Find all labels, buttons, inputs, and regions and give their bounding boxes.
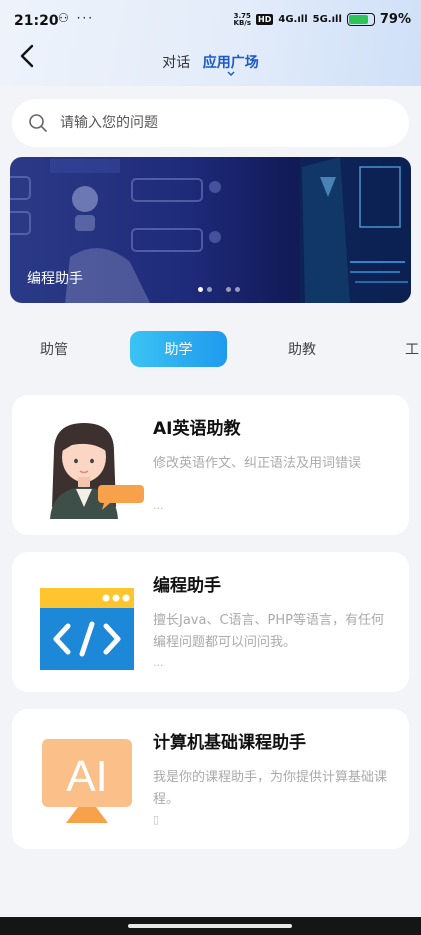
battery-level [348, 15, 368, 24]
signal-5g-icon: 5G.ıll [312, 14, 342, 25]
battery-percent: 79% [379, 12, 411, 27]
category-tab-study[interactable]: 助学 [130, 331, 227, 367]
search-input[interactable] [60, 115, 380, 131]
ai-screen-icon: AI [42, 739, 132, 823]
carousel-dots [198, 287, 240, 292]
banner-carousel[interactable]: 编程助手 [10, 157, 411, 303]
chevron-down-icon [227, 71, 235, 76]
category-tab-teaching[interactable]: 助教 [262, 331, 342, 367]
system-nav-bar [0, 917, 421, 935]
home-indicator[interactable] [128, 924, 292, 928]
carousel-dot[interactable] [226, 287, 231, 292]
search-icon [29, 114, 47, 132]
carousel-dot[interactable] [235, 287, 240, 292]
status-right-group: 3.75 KB/s HD 4G.ıll 5G.ıll 79% [234, 12, 411, 27]
svg-text:AI: AI [66, 752, 108, 801]
carousel-dot[interactable] [198, 287, 203, 292]
app-card-coding-assistant[interactable]: 编程助手 擅长Java、C语言、PHP等语言，有任何编程问题都可以问问我。 ..… [12, 552, 409, 692]
card-title: AI英语助教 [153, 419, 241, 439]
card-title: 计算机基础课程助手 [153, 733, 306, 753]
hd-icon: HD [256, 14, 274, 25]
teacher-avatar-icon [50, 423, 144, 519]
card-description: 我是你的课程助手，为你提供计算基础课程。 [153, 770, 388, 807]
category-tab-management[interactable]: 助管 [14, 331, 94, 367]
code-window-icon [40, 588, 134, 670]
search-bar[interactable] [12, 99, 409, 147]
network-speed: 3.75 KB/s [233, 12, 252, 27]
banner-title: 编程助手 [27, 271, 83, 287]
card-description: 擅长Java、C语言、PHP等语言，有任何编程问题都可以问问我。 [153, 613, 384, 650]
carousel-dot[interactable] [207, 287, 212, 292]
status-bar: 21:20 ⚇ ··· 3.75 KB/s HD 4G.ıll 5G.ıll 7… [0, 0, 421, 40]
status-notification-icons: ⚇ ··· [58, 11, 95, 25]
tab-app-square[interactable]: 应用广场 [202, 52, 259, 76]
card-title: 编程助手 [153, 576, 221, 596]
tab-app-square-label: 应用广场 [202, 55, 259, 71]
card-description: 修改英语作文、纠正语法及用词错误 [153, 456, 362, 471]
network-speed-unit: KB/s [233, 18, 252, 27]
category-tab-more[interactable]: 工 [405, 331, 421, 367]
card-more-indicator: ... [153, 656, 164, 669]
card-more-indicator: ... [153, 499, 164, 512]
signal-4g-icon: 4G.ıll [278, 14, 308, 25]
category-tabs: 助管 助学 助教 工 [0, 331, 421, 369]
tab-chat[interactable]: 对话 [162, 52, 190, 72]
app-card-cs-course-assistant[interactable]: AI 计算机基础课程助手 我是你的课程助手，为你提供计算基础课程。 ▯ [12, 709, 409, 849]
battery-icon [346, 13, 375, 26]
app-card-english-tutor[interactable]: AI英语助教 修改英语作文、纠正语法及用词错误 ... [12, 395, 409, 535]
nav-tabs: 对话 应用广场 [0, 52, 421, 76]
status-time: 21:20 [14, 13, 59, 29]
top-nav: 对话 应用广场 [0, 40, 421, 84]
card-more-indicator: ▯ [153, 813, 160, 826]
